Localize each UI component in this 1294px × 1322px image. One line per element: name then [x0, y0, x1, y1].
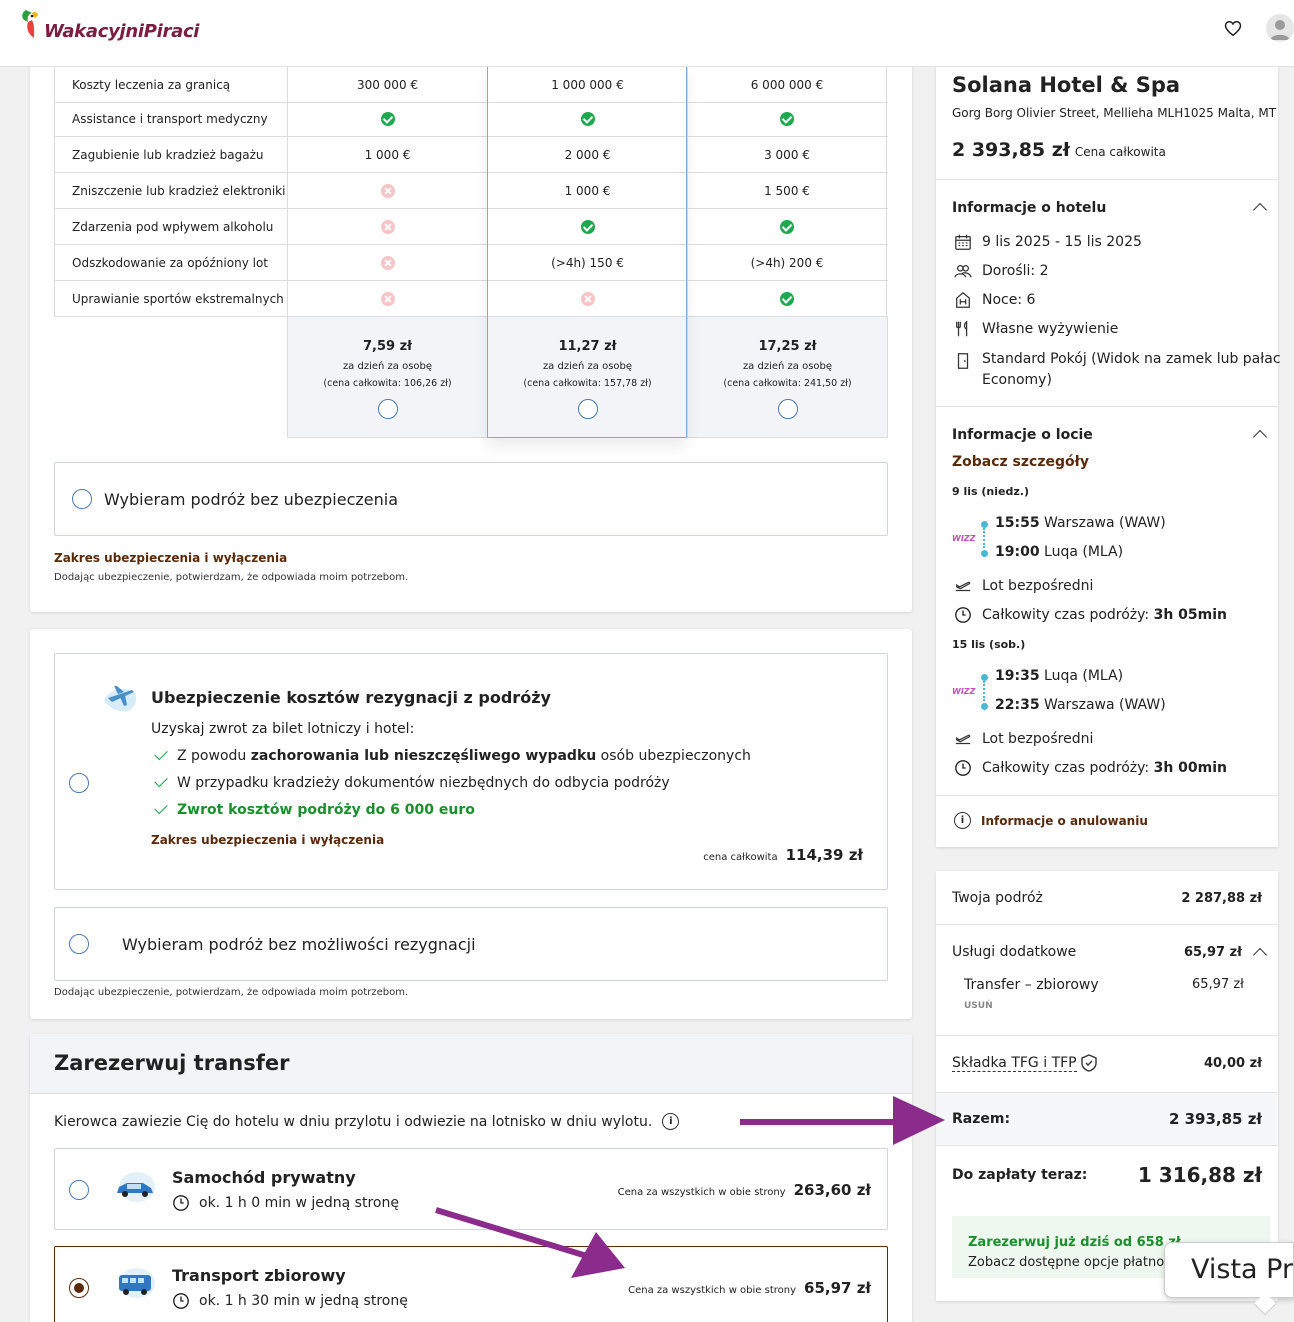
- heart-icon[interactable]: [1224, 20, 1242, 37]
- logo[interactable]: WakacyjniPiraci: [20, 8, 199, 42]
- annotation-arrows: [435, 1096, 945, 1278]
- arrow-to-shared-price: [435, 1207, 591, 1260]
- parrot-logo-icon: [22, 10, 38, 38]
- logo-text: WakacyjniPiraci: [44, 21, 200, 42]
- arrow-head-icon: [893, 1096, 945, 1145]
- user-icon: [1270, 20, 1290, 40]
- avatar[interactable]: [1266, 14, 1294, 42]
- top-header: WakacyjniPiraci: [0, 0, 1294, 67]
